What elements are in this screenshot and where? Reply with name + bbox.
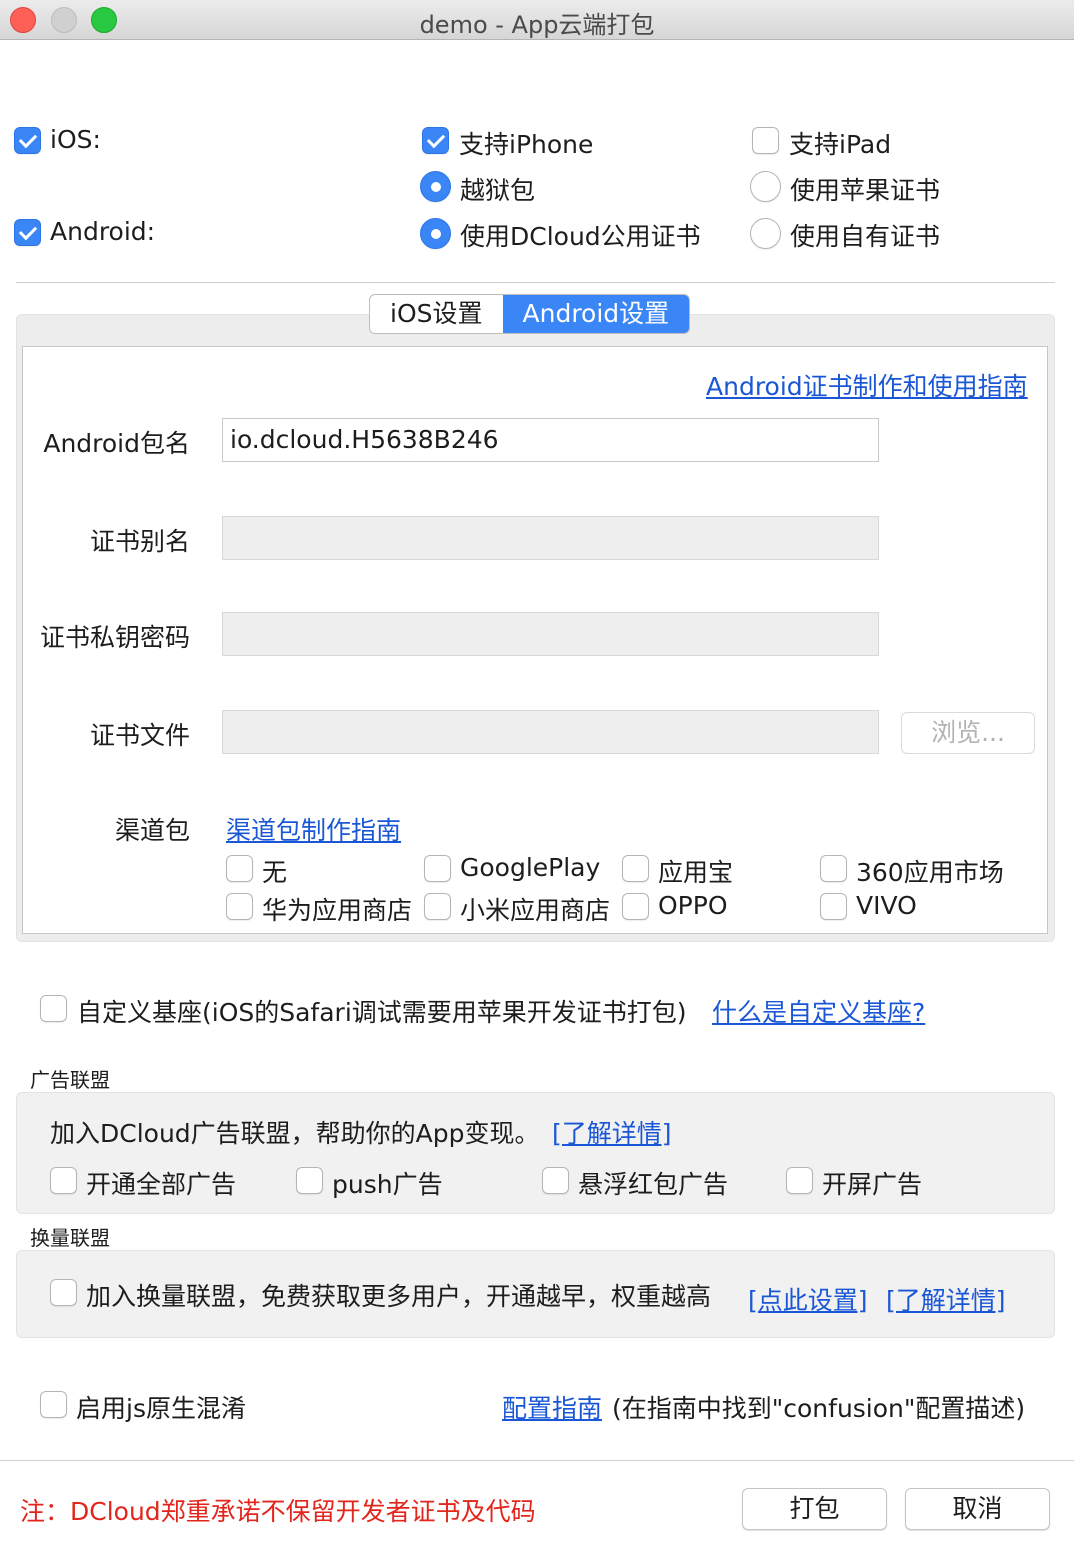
channel-none-label: 无 (262, 858, 288, 887)
title-bar: demo - App云端打包 (0, 0, 1074, 40)
channel-yingyongbao-label: 应用宝 (658, 858, 734, 887)
ad-floating-redpacket-checkbox[interactable] (542, 1167, 569, 1194)
tab-ios-settings[interactable]: iOS设置 (370, 295, 502, 333)
android-label: Android: (50, 217, 156, 246)
js-obfuscation-checkbox[interactable] (40, 1391, 67, 1418)
channel-vivo-checkbox[interactable] (820, 893, 847, 920)
cert-alias-input[interactable] (222, 516, 879, 560)
exchange-checkbox[interactable] (50, 1279, 77, 1306)
ios-label: iOS: (50, 125, 101, 154)
channel-oppo-label: OPPO (658, 891, 728, 920)
obfuscation-guide-note: (在指南中找到"confusion"配置描述) (612, 1394, 1026, 1423)
package-name-input[interactable]: io.dcloud.H5638B246 (222, 418, 879, 462)
own-cert-radio[interactable] (750, 218, 781, 249)
ad-alliance-title: 广告联盟 (30, 1068, 110, 1092)
footer-divider (0, 1460, 1074, 1461)
tab-android-settings[interactable]: Android设置 (502, 295, 690, 333)
dcloud-cert-radio[interactable] (420, 218, 451, 249)
channel-package-label: 渠道包 (114, 816, 190, 845)
cert-file-input[interactable] (222, 710, 879, 754)
channel-xiaomi-label: 小米应用商店 (460, 896, 611, 925)
settings-tabs: iOS设置 Android设置 (369, 294, 691, 334)
privacy-notice: 注：DCloud郑重承诺不保留开发者证书及代码 (20, 1497, 536, 1526)
custom-base-help-link[interactable]: 什么是自定义基座? (712, 993, 925, 1029)
obfuscation-guide-link[interactable]: 配置指南 (502, 1389, 602, 1425)
jailbreak-label: 越狱包 (460, 176, 536, 205)
dcloud-cert-label: 使用DCloud公用证书 (460, 222, 701, 251)
apple-cert-label: 使用苹果证书 (790, 176, 941, 205)
custom-base-label: 自定义基座(iOS的Safari调试需要用苹果开发证书打包) (77, 998, 687, 1027)
channel-guide-link[interactable]: 渠道包制作指南 (226, 811, 401, 847)
channel-googleplay-label: GooglePlay (460, 853, 601, 882)
exchange-label: 加入换量联盟，免费获取更多用户，开通越早，权重越高 (86, 1282, 712, 1311)
support-iphone-checkbox[interactable] (422, 127, 449, 154)
cert-file-label: 证书文件 (89, 721, 190, 750)
support-ipad-checkbox[interactable] (752, 127, 779, 154)
channel-360-checkbox[interactable] (820, 855, 847, 882)
ad-splash-label: 开屏广告 (822, 1170, 923, 1199)
own-cert-label: 使用自有证书 (790, 222, 941, 251)
channel-yingyongbao-checkbox[interactable] (622, 855, 649, 882)
js-obfuscation-label: 启用js原生混淆 (76, 1394, 246, 1423)
pack-button[interactable]: 打包 (742, 1488, 887, 1530)
channel-xiaomi-checkbox[interactable] (424, 893, 451, 920)
ad-splash-checkbox[interactable] (786, 1167, 813, 1194)
channel-googleplay-checkbox[interactable] (424, 855, 451, 882)
cancel-button[interactable]: 取消 (905, 1488, 1050, 1530)
ad-push-label: push广告 (332, 1170, 443, 1199)
apple-cert-radio[interactable] (750, 171, 781, 202)
ad-push-checkbox[interactable] (296, 1167, 323, 1194)
ad-all-checkbox[interactable] (50, 1167, 77, 1194)
support-ipad-label: 支持iPad (789, 130, 892, 159)
channel-360-label: 360应用市场 (856, 858, 1004, 887)
channel-vivo-label: VIVO (856, 891, 917, 920)
jailbreak-radio[interactable] (420, 171, 451, 202)
channel-huawei-label: 华为应用商店 (262, 896, 413, 925)
channel-none-checkbox[interactable] (226, 855, 253, 882)
support-iphone-label: 支持iPhone (459, 130, 594, 159)
window-title: demo - App云端打包 (419, 11, 655, 39)
exchange-learn-more-link[interactable]: [了解详情] (886, 1281, 1006, 1317)
cert-alias-label: 证书别名 (89, 527, 190, 556)
android-cert-guide-link[interactable]: Android证书制作和使用指南 (706, 367, 1028, 403)
package-name-label: Android包名 (43, 429, 190, 458)
exchange-alliance-title: 换量联盟 (30, 1226, 110, 1250)
channel-huawei-checkbox[interactable] (226, 893, 253, 920)
ad-alliance-intro: 加入DCloud广告联盟，帮助你的App变现。 (50, 1119, 540, 1148)
cert-password-label: 证书私钥密码 (39, 623, 190, 652)
custom-base-checkbox[interactable] (40, 995, 67, 1022)
ad-floating-redpacket-label: 悬浮红包广告 (578, 1170, 729, 1199)
channel-oppo-checkbox[interactable] (622, 893, 649, 920)
browse-button[interactable]: 浏览... (901, 712, 1035, 754)
ad-all-label: 开通全部广告 (86, 1170, 237, 1199)
exchange-settings-link[interactable]: [点此设置] (748, 1281, 868, 1317)
cert-password-input[interactable] (222, 612, 879, 656)
ad-alliance-learn-more-link[interactable]: [了解详情] (552, 1114, 672, 1150)
android-checkbox[interactable] (14, 219, 41, 246)
ios-checkbox[interactable] (14, 127, 41, 154)
divider (16, 282, 1055, 283)
